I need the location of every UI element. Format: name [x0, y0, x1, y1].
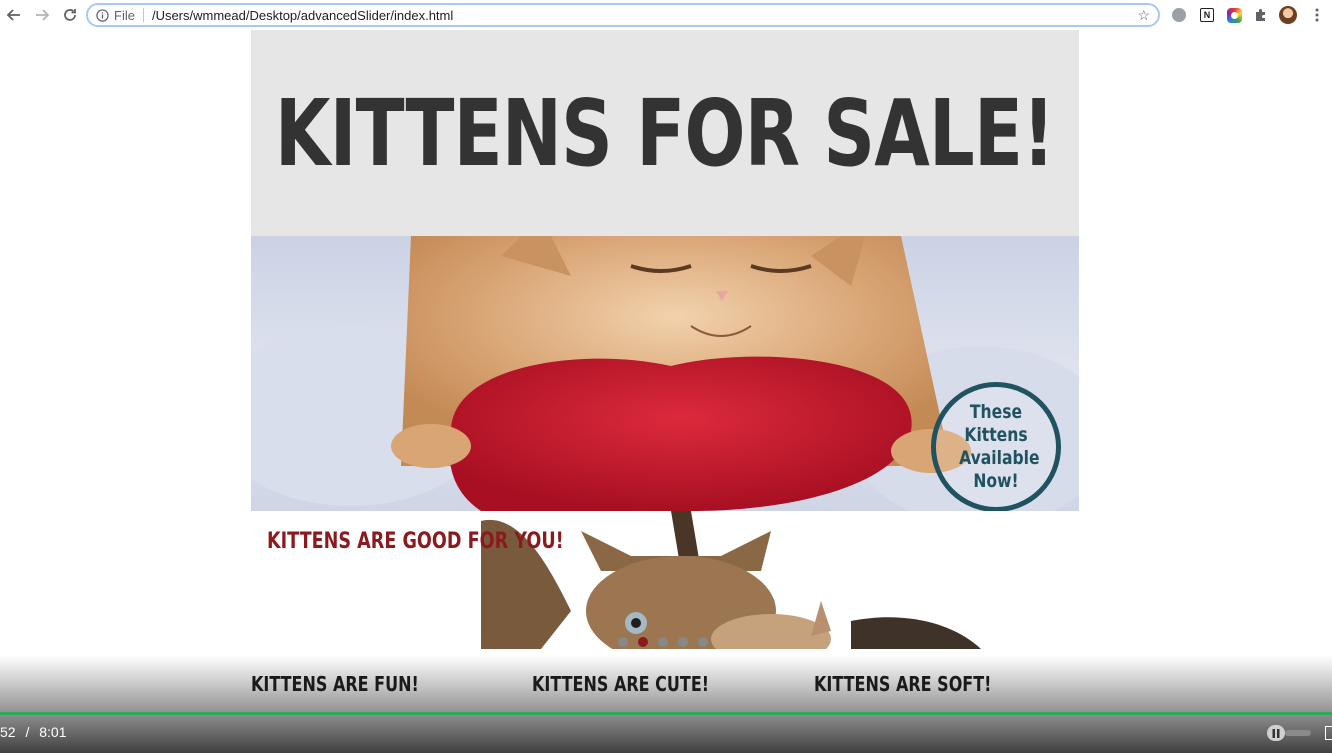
address-bar[interactable]: File /Users/wmmead/Desktop/advancedSlide… [86, 3, 1160, 27]
site-info-chip[interactable]: File [96, 7, 144, 23]
pause-button[interactable] [1267, 725, 1285, 741]
video-player-overlay [0, 655, 1332, 753]
video-current-time: 52 [0, 724, 16, 740]
video-time-display: 52 / 8:01 [0, 724, 67, 740]
color-picker-extension-icon[interactable] [1225, 6, 1243, 24]
extensions-puzzle-icon[interactable] [1252, 6, 1270, 24]
slide-kittens-good: KITTENS ARE GOOD FOR YOU! [251, 511, 1079, 649]
pause-icon [1272, 728, 1280, 738]
video-progress-bar[interactable] [0, 712, 1332, 715]
bookmark-star-icon[interactable]: ☆ [1137, 7, 1150, 24]
back-button[interactable] [0, 0, 28, 30]
slider-dot[interactable] [678, 637, 688, 647]
column-heading-fun: KITTENS ARE FUN! [251, 672, 419, 696]
reload-button[interactable] [56, 0, 84, 30]
column-heading-soft: KITTENS ARE SOFT! [814, 672, 992, 696]
extension-circle-icon[interactable] [1170, 6, 1188, 24]
file-label: File [114, 7, 135, 23]
forward-arrow-icon [36, 9, 50, 21]
forward-button[interactable] [28, 0, 56, 30]
profile-avatar[interactable] [1279, 6, 1297, 24]
slider-dot-active[interactable] [638, 637, 648, 647]
volume-slider[interactable] [1285, 730, 1311, 736]
slider-dot[interactable] [698, 637, 708, 647]
slider-dot[interactable] [658, 637, 668, 647]
back-arrow-icon [6, 9, 20, 21]
url-text[interactable]: /Users/wmmead/Desktop/advancedSlider/ind… [152, 8, 453, 23]
availability-badge[interactable]: These Kittens Available Now! [931, 382, 1061, 512]
slide-heading: KITTENS ARE GOOD FOR YOU! [267, 529, 564, 554]
notion-icon[interactable]: N [1198, 6, 1216, 24]
badge-text: These Kittens Available Now! [959, 401, 1040, 492]
info-icon [96, 8, 109, 22]
video-duration: 8:01 [39, 724, 67, 740]
fullscreen-icon[interactable] [1325, 726, 1332, 740]
column-heading-cute: KITTENS ARE CUTE! [532, 672, 710, 696]
slider-pagination [618, 637, 708, 647]
slider-dot[interactable] [618, 637, 628, 647]
page-title: KITTENS FOR SALE! [275, 79, 1055, 187]
browser-menu-icon[interactable] [1308, 6, 1326, 24]
reload-icon [64, 9, 76, 21]
time-separator: / [25, 724, 30, 740]
hero-banner: KITTENS FOR SALE! [251, 30, 1079, 236]
